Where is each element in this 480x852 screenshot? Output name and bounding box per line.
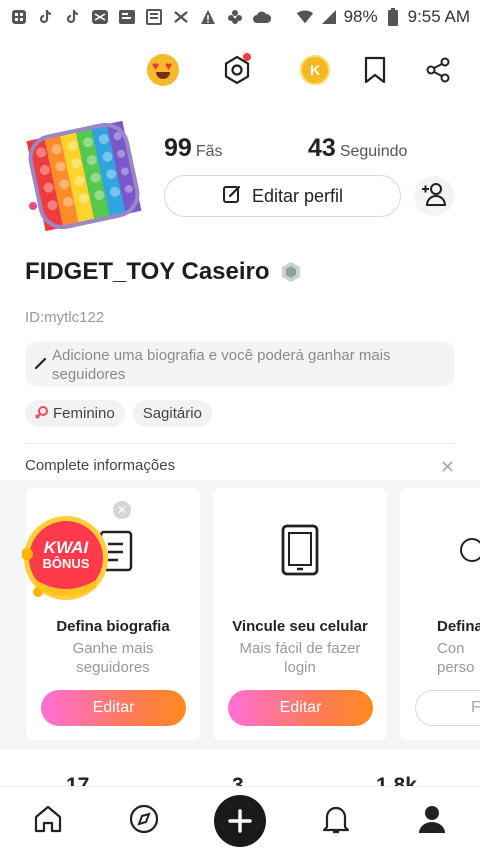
heart-eyes-emoji-icon[interactable]: ♥ ♥ (143, 50, 183, 90)
card-phone[interactable]: Vincule seu celular Mais fácil de fazer … (213, 488, 387, 740)
username: FIDGET_TOY Caseiro (25, 258, 302, 286)
clock: 9:55 AM (407, 7, 470, 26)
grid-icon (10, 8, 28, 26)
profile-stats: 99 Fãs 43 Seguindo (164, 134, 464, 164)
bio-placeholder: Adicione uma biografia e você poderá gan… (52, 347, 391, 383)
card-bio-title: Defina biografia (56, 618, 170, 635)
fans-count: 99 (164, 134, 192, 162)
kwai-bonus-badge[interactable]: KWAI BÔNUS (21, 514, 110, 602)
battery-percent: 98% (343, 7, 378, 26)
zodiac-tag[interactable]: Sagitário (132, 400, 212, 427)
coin-letter: K (300, 55, 330, 85)
kwai-close-icon[interactable]: ✕ (113, 501, 131, 519)
profile-tags: Feminino Sagitário (25, 400, 212, 427)
gender-tag[interactable]: Feminino (25, 400, 125, 427)
share-icon[interactable] (418, 50, 458, 90)
female-icon (35, 405, 49, 423)
tiktok-icon (37, 8, 55, 26)
verified-badge-icon[interactable] (280, 261, 302, 283)
cloud-icon (253, 8, 271, 26)
phone-icon (280, 522, 320, 578)
card-bio-edit-button[interactable]: Editar (41, 690, 186, 726)
signal-icon (320, 8, 338, 26)
mail-icon (91, 8, 109, 26)
news-icon (145, 8, 163, 26)
card-partial-title: Defina (437, 618, 480, 635)
complete-info-title: Complete informações (25, 457, 176, 474)
bookmark-icon[interactable] (355, 50, 395, 90)
edit-icon (222, 184, 242, 209)
discover-icon[interactable] (126, 801, 162, 837)
notification-icons (10, 8, 271, 26)
battery-icon (384, 8, 402, 26)
fans-label: Fãs (195, 143, 223, 160)
card-partial-button[interactable]: Fe (415, 690, 480, 726)
profile-icon[interactable] (414, 801, 450, 837)
following-label: Seguindo (339, 143, 408, 160)
card-partial[interactable]: Defina Con perso Fe (400, 488, 480, 740)
flower-icon (226, 8, 244, 26)
pencil-icon (34, 356, 48, 375)
tiktok-icon (64, 8, 82, 26)
card-bio-subtitle: Ganhe mais seguidores (72, 640, 154, 676)
following-stat[interactable]: 43 Seguindo (308, 134, 407, 163)
card-phone-edit-button[interactable]: Editar (228, 690, 373, 726)
profile-toolbar: ♥ ♥ K (0, 50, 480, 94)
divider (25, 443, 455, 444)
gender-label: Feminino (53, 405, 115, 422)
card-phone-title: Vincule seu celular (232, 618, 368, 635)
coin-icon[interactable]: K (295, 50, 335, 90)
bottom-nav (0, 786, 480, 852)
card-partial-subtitle: Con perso (437, 640, 475, 676)
circle-icon (460, 538, 480, 562)
following-count: 43 (308, 134, 336, 162)
bonus-label: BÔNUS (42, 556, 90, 571)
zodiac-label: Sagitário (142, 405, 202, 422)
avatar[interactable] (25, 120, 143, 232)
status-bar: 98% 9:55 AM (0, 0, 480, 34)
wifi-icon (296, 8, 314, 26)
add-friend-button[interactable] (414, 176, 454, 216)
settings-hexagon-icon[interactable] (217, 50, 257, 90)
edit-profile-button[interactable]: Editar perfil (164, 175, 401, 217)
notification-dot (243, 53, 251, 61)
add-user-icon (420, 181, 448, 212)
home-icon[interactable] (30, 801, 66, 837)
system-status: 98% 9:55 AM (296, 7, 470, 27)
cross-icon (172, 8, 190, 26)
card-phone-subtitle: Mais fácil de fazer login (239, 640, 361, 676)
bio-field[interactable]: Adicione uma biografia e você poderá gan… (25, 342, 455, 386)
notifications-icon[interactable] (318, 801, 354, 837)
username-text: FIDGET_TOY Caseiro (25, 258, 270, 285)
warning-icon (199, 8, 217, 26)
kwai-label: KWAI (43, 538, 89, 557)
close-icon[interactable]: ✕ (440, 457, 455, 478)
edit-profile-label: Editar perfil (251, 185, 344, 206)
create-icon[interactable] (214, 795, 266, 847)
fans-stat[interactable]: 99 Fãs (164, 134, 222, 163)
user-id: ID:mytlc122 (25, 309, 105, 326)
chat-icon (118, 8, 136, 26)
